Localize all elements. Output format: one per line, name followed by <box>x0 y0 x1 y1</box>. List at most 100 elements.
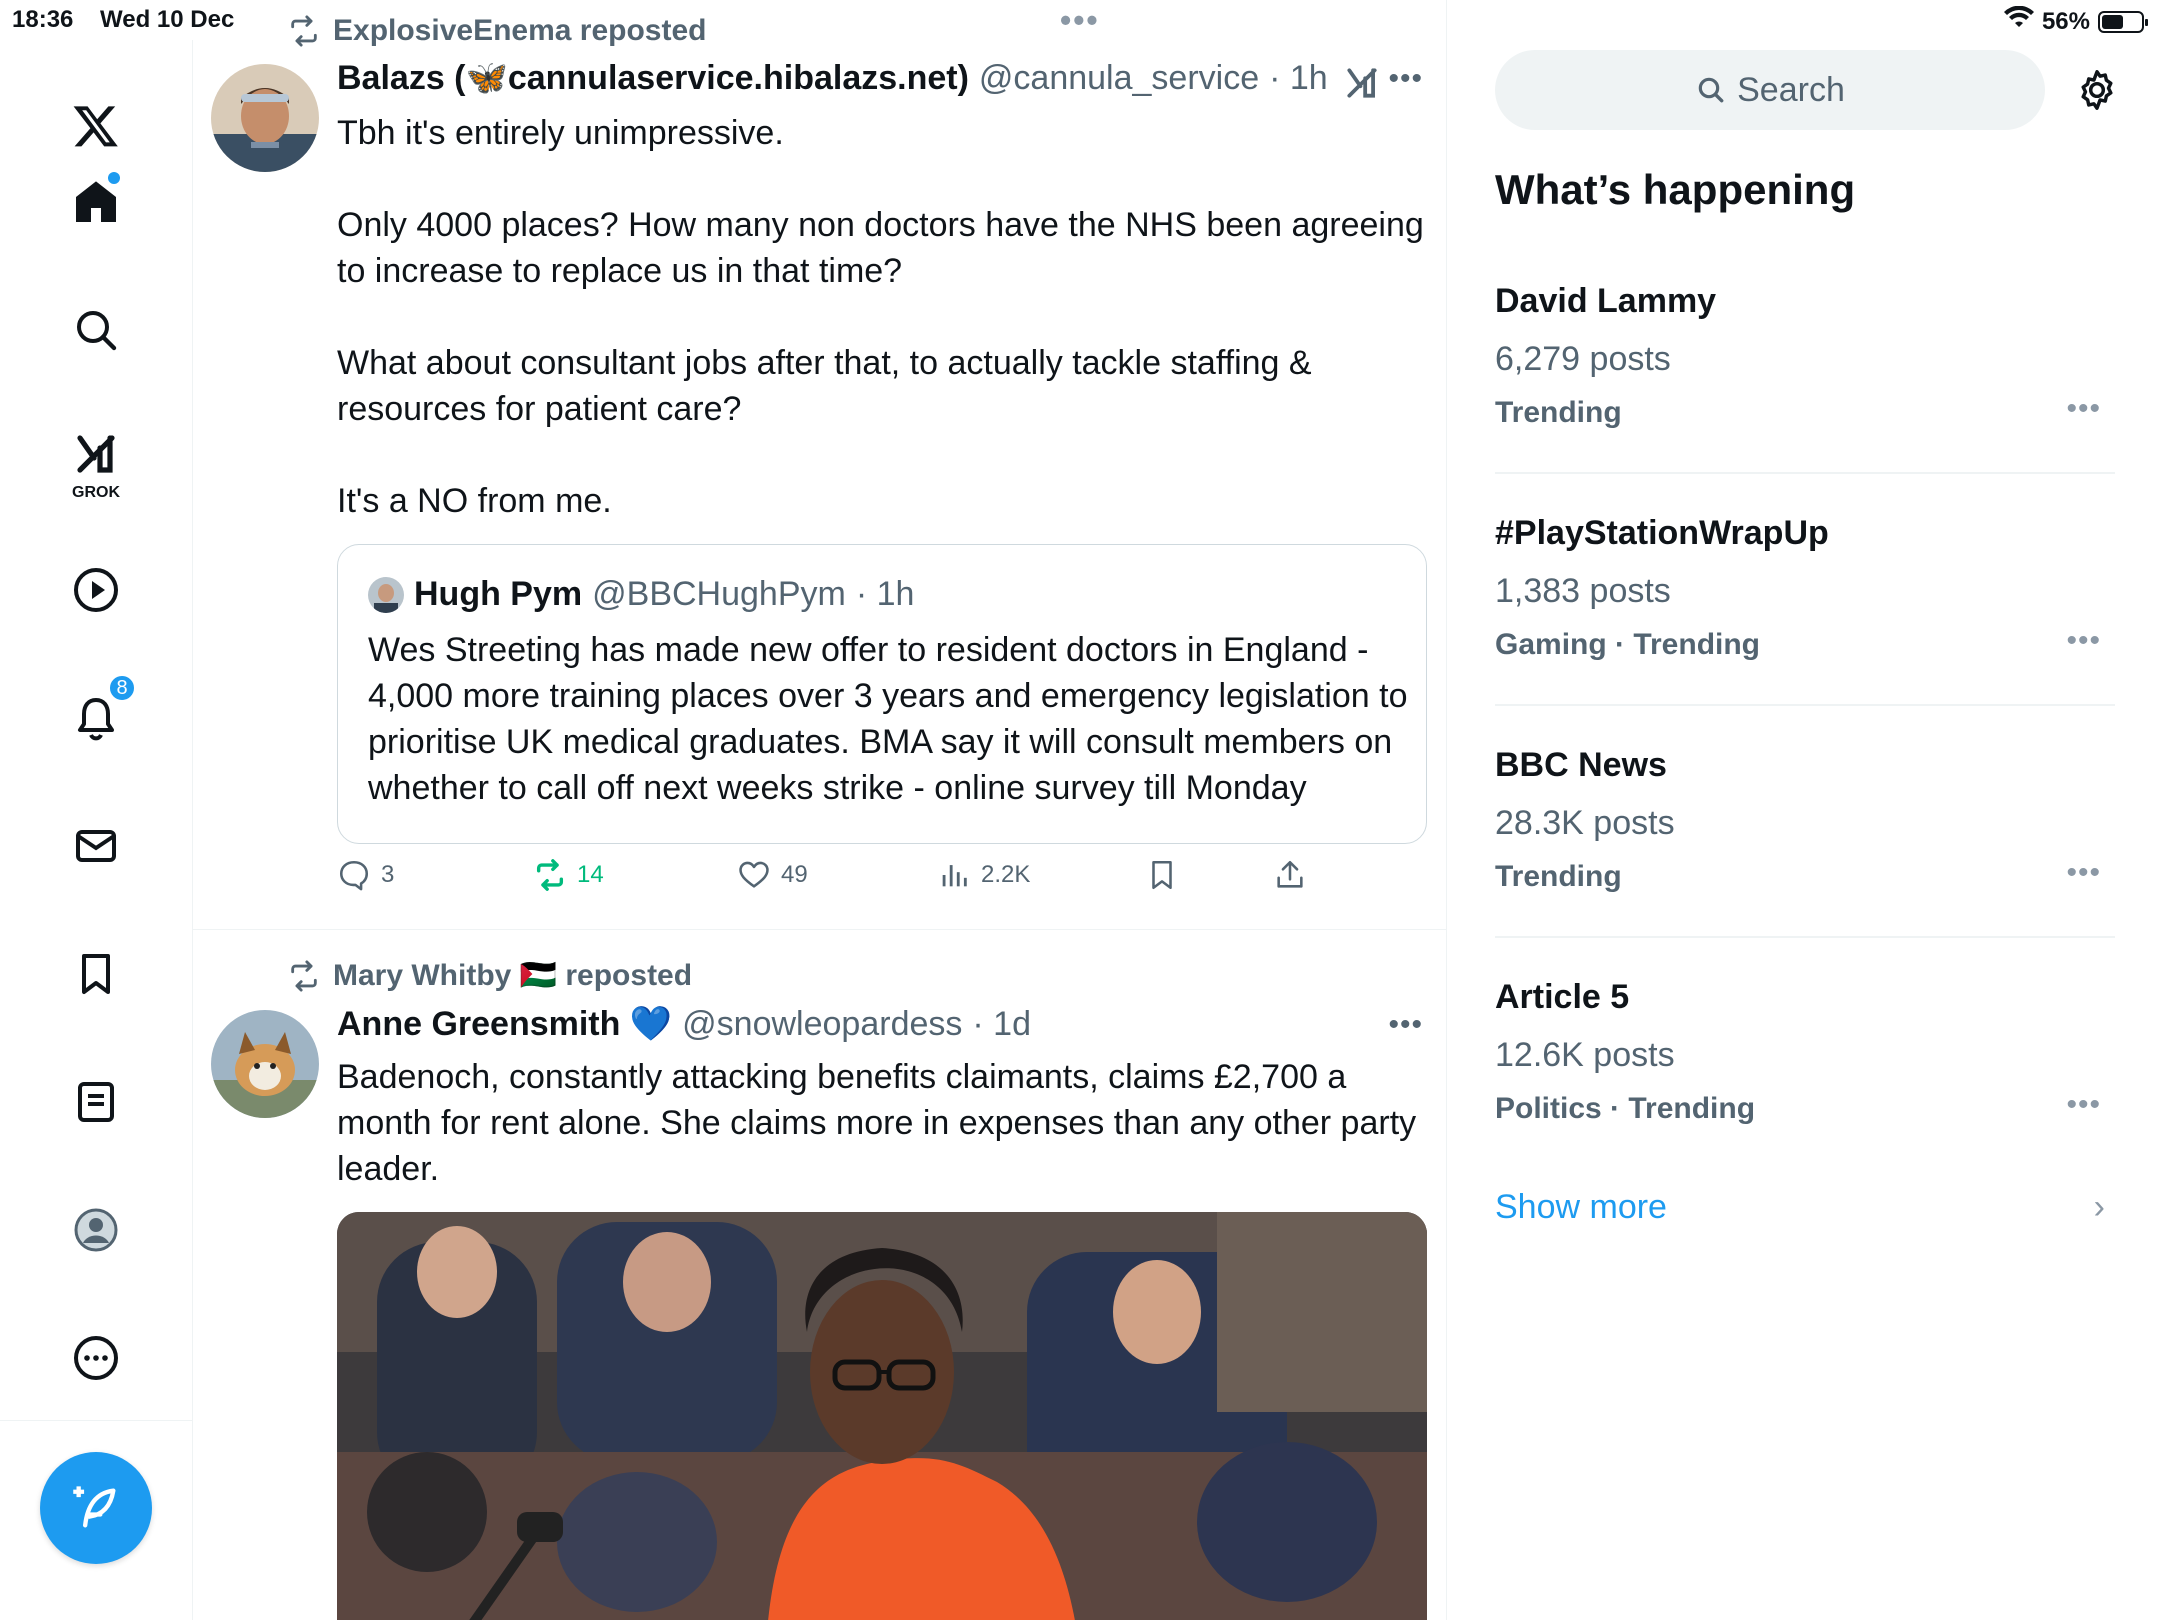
quote-author-handle[interactable]: @BBCHughPym <box>592 575 846 614</box>
more-nav[interactable] <box>60 1322 132 1394</box>
grok-nav[interactable]: GROK <box>60 426 132 501</box>
trend-count: 28.3K posts <box>1495 804 1675 842</box>
avatar[interactable] <box>211 1010 319 1118</box>
search-nav[interactable] <box>60 294 132 366</box>
x-logo-icon[interactable] <box>60 90 132 162</box>
author-name[interactable]: Balazs (🦋cannulaservice.hibalazs.net) <box>337 58 969 98</box>
tweet-text: Badenoch, constantly attacking benefits … <box>337 1058 1417 1188</box>
trend-more-icon[interactable]: ••• <box>2066 856 2101 890</box>
repost-context[interactable]: ExplosiveEnema reposted <box>287 14 706 48</box>
notification-badge: 8 <box>108 674 136 702</box>
trend-name: #PlayStationWrapUp <box>1495 514 1829 552</box>
show-more-label: Show more <box>1495 1188 1667 1226</box>
tweet-paragraph: Only 4000 places? How many non doctors h… <box>337 206 1424 290</box>
right-sidebar: Search What’s happening David Lammy 6,27… <box>1447 0 2160 1620</box>
bookmarks-nav[interactable] <box>60 938 132 1010</box>
bookmark-icon <box>1152 860 1172 890</box>
messages-nav[interactable] <box>60 810 132 882</box>
avatar[interactable] <box>211 64 319 172</box>
trend-count: 6,279 posts <box>1495 340 1671 378</box>
quote-author-name[interactable]: Hugh Pym <box>414 575 582 614</box>
repost-icon <box>291 959 317 992</box>
quoted-tweet[interactable]: Hugh Pym @BBCHughPym · 1h Wes Streeting … <box>337 544 1427 844</box>
trend-divider <box>1495 704 2115 706</box>
trend-more-icon[interactable]: ••• <box>2066 392 2101 426</box>
reposted-by-label: ExplosiveEnema reposted <box>333 14 707 47</box>
reposted-by-label: Mary Whitby 🇵🇸 reposted <box>333 959 693 992</box>
grok-icon <box>77 435 115 473</box>
settings-button[interactable] <box>2073 66 2121 114</box>
video-nav[interactable] <box>60 554 132 626</box>
tweet-time[interactable]: · 1h <box>1269 59 1328 98</box>
home-unread-dot <box>108 172 120 184</box>
views-button[interactable]: 2.2K <box>937 858 1030 892</box>
trend-meta: Politics · Trending <box>1495 1092 1756 1125</box>
trend-item[interactable]: David Lammy 6,279 posts Trending ••• <box>1495 282 2115 514</box>
tweet-photo <box>337 1212 1427 1620</box>
search-input[interactable]: Search <box>1495 50 2045 130</box>
tweet-actions: 3 14 49 2.2K <box>337 858 1357 902</box>
tweet[interactable]: Mary Whitby 🇵🇸 reposted Anne Greensmith … <box>193 930 1446 1620</box>
nav-divider <box>0 1420 193 1421</box>
compose-button[interactable] <box>40 1452 152 1564</box>
repost-context[interactable]: Mary Whitby 🇵🇸 reposted <box>287 958 692 993</box>
show-more-link[interactable]: Show more › <box>1495 1188 2115 1227</box>
repost-count: 14 <box>577 861 604 888</box>
notifications-nav[interactable]: 8 <box>60 674 136 754</box>
grok-label: GROK <box>72 484 120 501</box>
quote-time[interactable]: · 1h <box>856 575 915 614</box>
profile-nav[interactable] <box>60 1194 132 1266</box>
more-options-icon[interactable]: ••• <box>1388 1008 1423 1042</box>
trend-count: 1,383 posts <box>1495 572 1671 610</box>
author-handle[interactable]: @cannula_service <box>979 59 1259 98</box>
trend-item[interactable]: Article 5 12.6K posts Politics · Trendin… <box>1495 978 2115 1210</box>
trend-item[interactable]: #PlayStationWrapUp 1,383 posts Gaming · … <box>1495 514 2115 746</box>
timeline: ExplosiveEnema reposted Balazs (🦋cannula… <box>193 0 1447 1620</box>
grok-icon[interactable] <box>1343 64 1381 107</box>
reply-icon <box>339 860 369 891</box>
left-navigation: GROK 8 <box>0 40 193 1620</box>
bell-icon <box>78 698 114 741</box>
quote-avatar[interactable] <box>368 576 404 613</box>
reply-count: 3 <box>381 861 395 888</box>
views-chart-icon <box>942 865 967 887</box>
repost-icon <box>536 859 564 891</box>
tweet-text: Tbh it's entirely unimpressive. Only 400… <box>337 110 1427 570</box>
bookmark-button[interactable] <box>1145 858 1179 892</box>
tweet-image[interactable] <box>337 1212 1427 1620</box>
trend-name: BBC News <box>1495 746 1667 784</box>
trend-item[interactable]: BBC News 28.3K posts Trending ••• <box>1495 746 2115 978</box>
share-button[interactable] <box>1273 858 1307 892</box>
bookmark-icon <box>82 954 110 994</box>
search-icon <box>77 311 117 351</box>
chevron-right-icon: › <box>2093 1188 2105 1226</box>
repost-button[interactable]: 14 <box>533 858 604 892</box>
trend-meta: Gaming · Trending <box>1495 628 1761 661</box>
more-options-icon[interactable]: ••• <box>1388 62 1423 96</box>
tweet-header: Balazs (🦋cannulaservice.hibalazs.net) @c… <box>337 58 1328 98</box>
section-title: What’s happening <box>1495 166 1856 213</box>
trend-count: 12.6K posts <box>1495 1036 1675 1074</box>
view-count: 2.2K <box>981 861 1031 888</box>
quote-header: Hugh Pym @BBCHughPym · 1h <box>368 575 914 614</box>
home-nav[interactable] <box>60 166 132 238</box>
trend-meta: Trending <box>1495 860 1622 893</box>
more-icon <box>74 1336 118 1380</box>
reply-button[interactable]: 3 <box>337 858 394 892</box>
trend-name: Article 5 <box>1495 978 1630 1016</box>
trend-more-icon[interactable]: ••• <box>2066 624 2101 658</box>
lists-nav[interactable] <box>60 1066 132 1138</box>
like-button[interactable]: 49 <box>737 858 808 892</box>
author-name[interactable]: Anne Greensmith 💙 <box>337 1004 672 1044</box>
tweet-time[interactable]: · 1d <box>972 1005 1031 1044</box>
share-icon <box>1277 860 1303 888</box>
home-icon <box>76 181 116 222</box>
trend-more-icon[interactable]: ••• <box>2066 1088 2101 1122</box>
author-handle[interactable]: @snowleopardess <box>682 1005 962 1044</box>
tweet[interactable]: ExplosiveEnema reposted Balazs (🦋cannula… <box>193 0 1446 930</box>
trend-divider <box>1495 472 2115 474</box>
repost-icon <box>291 15 317 47</box>
tweet-paragraph: It's a NO from me. <box>337 482 612 520</box>
tweet-paragraph: What about consultant jobs after that, t… <box>337 344 1312 428</box>
compose-feather-icon <box>73 1486 116 1528</box>
